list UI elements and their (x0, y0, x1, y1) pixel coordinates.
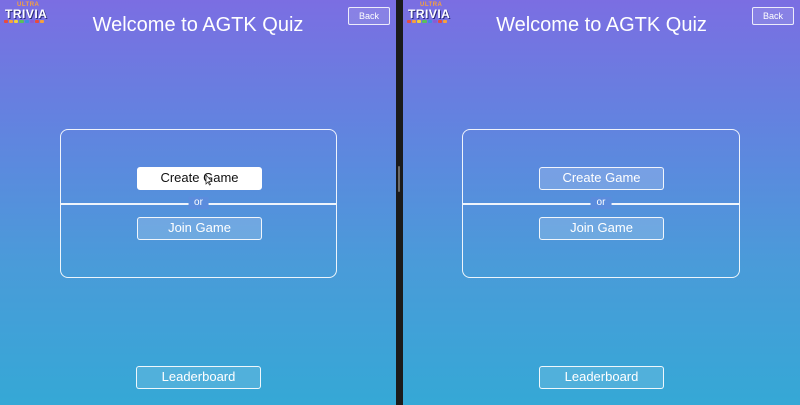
create-game-button[interactable]: Create Game (539, 167, 664, 190)
left-quiz-pane: ULTRA TRIVIA Back Welcome to AGTK Quiz C… (0, 0, 396, 405)
leaderboard-button[interactable]: Leaderboard (136, 366, 261, 389)
split-divider[interactable] (396, 0, 403, 405)
page-title: Welcome to AGTK Quiz (496, 14, 707, 36)
game-options-card: Create Game or Join Game (60, 129, 337, 278)
leaderboard-button[interactable]: Leaderboard (539, 366, 664, 389)
join-game-button[interactable]: Join Game (137, 217, 262, 240)
page-title: Welcome to AGTK Quiz (92, 14, 304, 36)
mouse-cursor-icon (205, 174, 213, 186)
game-options-card: Create Game or Join Game (462, 129, 740, 278)
or-label: or (188, 197, 209, 209)
divider-grip-handle[interactable] (398, 166, 400, 192)
right-quiz-pane: ULTRA TRIVIA Back Welcome to AGTK Quiz C… (403, 0, 800, 405)
or-label: or (590, 197, 612, 209)
create-game-button[interactable]: Create Game (137, 167, 262, 190)
join-game-button[interactable]: Join Game (539, 217, 664, 240)
